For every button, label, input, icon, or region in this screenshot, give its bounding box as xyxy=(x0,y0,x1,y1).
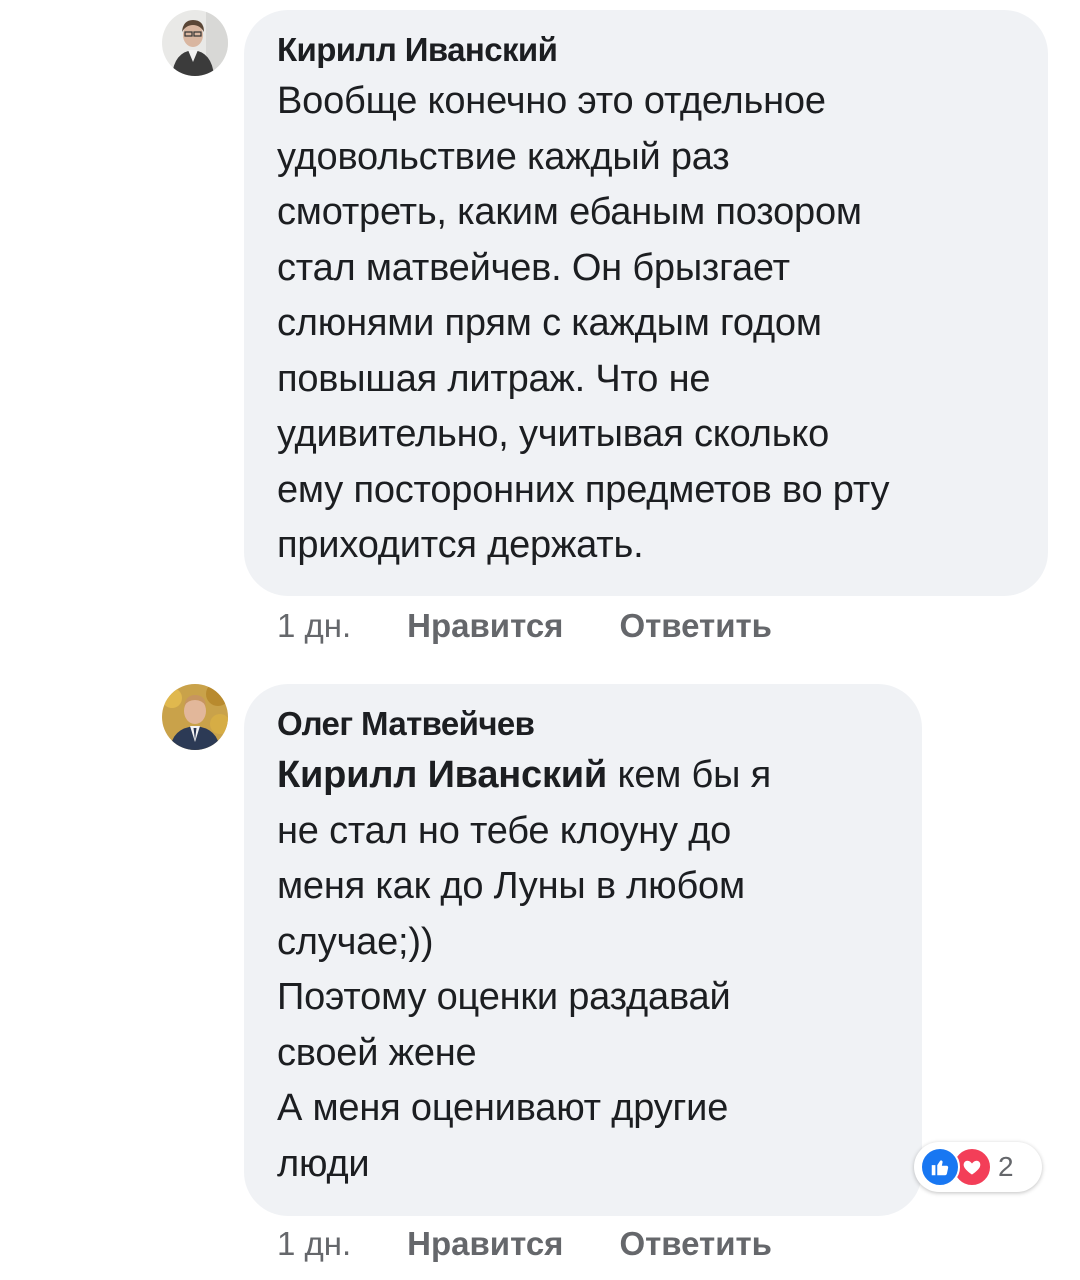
comment-timestamp[interactable]: 1 дн. xyxy=(277,1224,351,1264)
like-button[interactable]: Нравится xyxy=(407,606,563,646)
comment-actions: 1 дн. Нравится Ответить xyxy=(277,1224,772,1264)
reactions-summary[interactable]: 2 xyxy=(914,1142,1042,1192)
comment-text: Кирилл Иванский кем бы я не стал но тебе… xyxy=(277,748,890,1192)
avatar-photo-icon xyxy=(162,10,228,76)
like-button[interactable]: Нравится xyxy=(407,1224,563,1264)
comment-bubble: Кирилл Иванский Вообще конечно это отдел… xyxy=(244,10,1048,596)
comment-timestamp[interactable]: 1 дн. xyxy=(277,606,351,646)
reaction-count: 2 xyxy=(998,1151,1014,1182)
reply-button[interactable]: Ответить xyxy=(619,1224,772,1264)
comment-author[interactable]: Олег Матвейчев xyxy=(277,704,890,744)
avatar[interactable] xyxy=(162,10,228,76)
comment-bubble: Олег Матвейчев Кирилл Иванский кем бы я … xyxy=(244,684,922,1216)
comment-actions: 1 дн. Нравится Ответить xyxy=(277,606,772,646)
comment-author[interactable]: Кирилл Иванский xyxy=(277,30,1016,70)
mention-link[interactable]: Кирилл Иванский xyxy=(277,754,607,796)
comment-text: Вообще конечно это отдельное удовольстви… xyxy=(277,80,890,566)
reply-button[interactable]: Ответить xyxy=(619,606,772,646)
comment-body: кем бы я не стал но тебе клоуну до меня … xyxy=(277,754,771,1185)
like-reaction-icon xyxy=(920,1147,960,1187)
avatar-photo-icon xyxy=(162,684,228,750)
avatar[interactable] xyxy=(162,684,228,750)
